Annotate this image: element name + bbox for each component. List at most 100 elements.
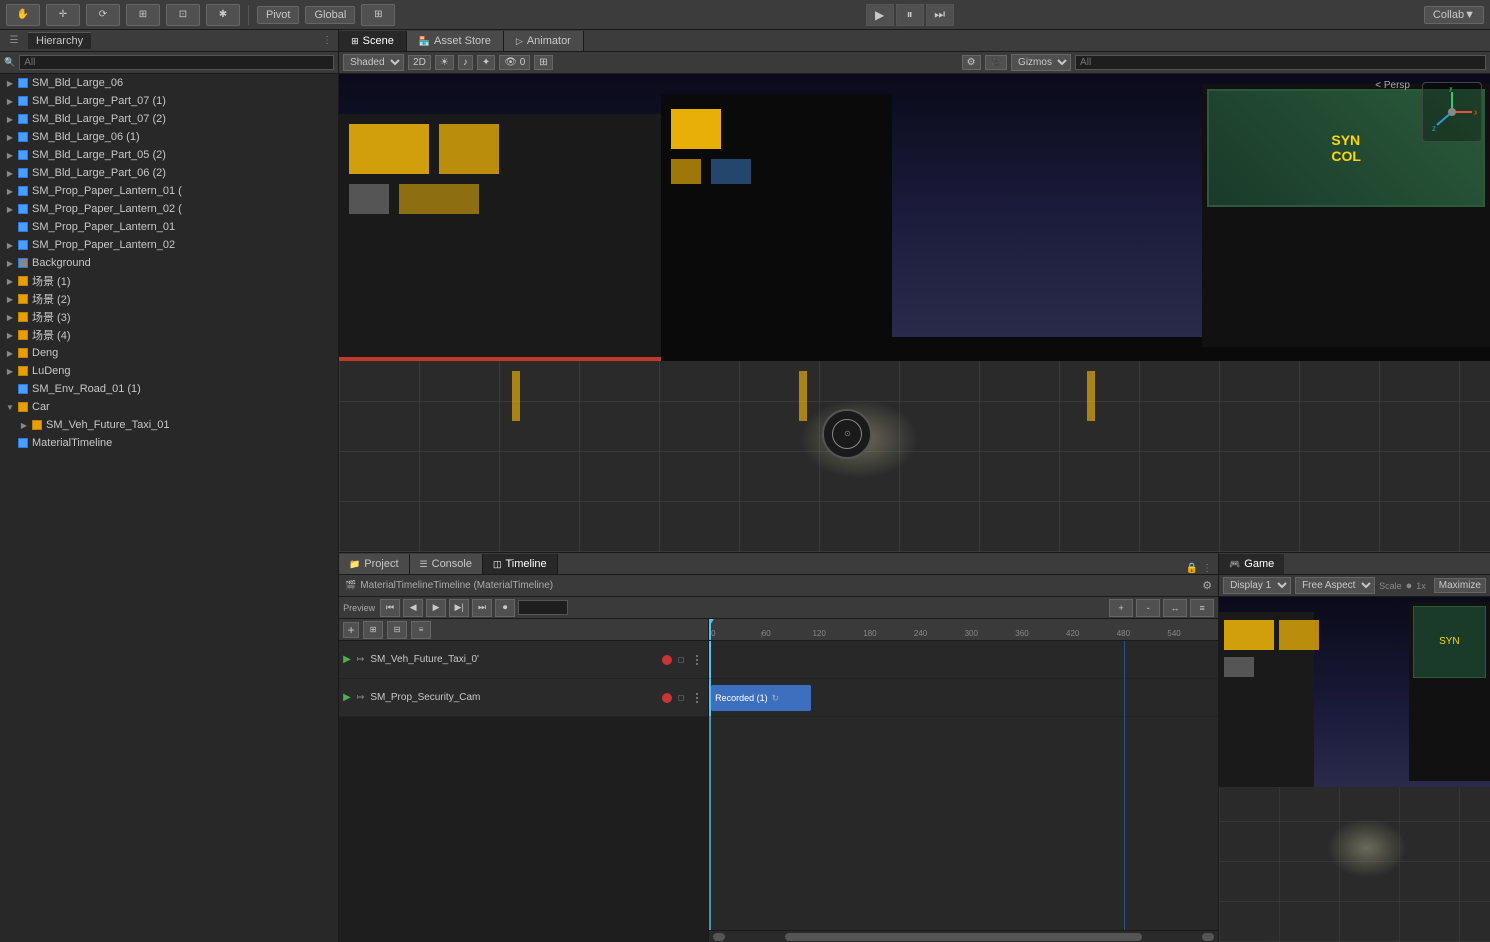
- list-item[interactable]: ▶ 场景 (3): [0, 308, 338, 326]
- scroll-right-btn[interactable]: [1202, 933, 1214, 941]
- list-item[interactable]: ▶ SM_Veh_Future_Taxi_01: [0, 416, 338, 434]
- list-item[interactable]: ▶ SM_Bld_Large_Part_07 (2): [0, 110, 338, 128]
- game-tab[interactable]: 🎮 Game: [1219, 554, 1284, 574]
- timeline-tab[interactable]: ◫ Timeline: [483, 554, 558, 574]
- list-item[interactable]: ▶ SM_Bld_Large_Part_06 (2): [0, 164, 338, 182]
- list-item[interactable]: ▶ SM_Bld_Large_Part_07 (1): [0, 92, 338, 110]
- project-tab[interactable]: 📁 Project: [339, 554, 409, 574]
- step-btn[interactable]: ⏭: [926, 4, 954, 26]
- track-collapse-btn[interactable]: ⊞: [363, 621, 383, 639]
- display-select[interactable]: Display 1: [1223, 577, 1291, 594]
- animator-tab[interactable]: ▷ Animator: [504, 31, 584, 51]
- list-item[interactable]: ▶ SM_Prop_Paper_Lantern_01 (: [0, 182, 338, 200]
- tl-more[interactable]: ≡: [1190, 599, 1214, 617]
- timeline-scrollbar[interactable]: [709, 930, 1218, 942]
- game-scene-bg: SYN: [1219, 597, 1490, 942]
- scene-tab[interactable]: ⊞ Scene: [339, 31, 407, 51]
- move-icon: ✛: [55, 7, 71, 23]
- tl-play[interactable]: ▶: [426, 599, 446, 617]
- svg-text:y: y: [1449, 87, 1453, 92]
- maximize-btn[interactable]: Maximize: [1434, 578, 1486, 593]
- tl-record[interactable]: ⏺: [495, 599, 515, 617]
- hand-tool-btn[interactable]: ✋: [6, 4, 40, 26]
- cube-icon: [16, 292, 30, 306]
- move-tool-btn[interactable]: ✛: [46, 4, 80, 26]
- list-item[interactable]: ▶ SM_Prop_Paper_Lantern_02 (: [0, 200, 338, 218]
- timeline-settings-icon[interactable]: ⚙: [1202, 579, 1212, 592]
- collab-btn[interactable]: Collab▼: [1424, 6, 1484, 24]
- ruler-marks: 0 60 120 180: [709, 619, 1218, 640]
- track-options-btn[interactable]: ≡: [411, 621, 431, 639]
- rect-tool-btn[interactable]: ⊡: [166, 4, 200, 26]
- track-expand-icon2[interactable]: ▶: [343, 692, 351, 703]
- record-dot2[interactable]: [662, 693, 672, 703]
- grid-overlay-btn[interactable]: ⊞: [534, 55, 552, 70]
- tl-goto-start[interactable]: ⏮: [380, 599, 400, 617]
- list-item[interactable]: ▶ Deng: [0, 344, 338, 362]
- camera-btn[interactable]: 🎥: [985, 55, 1007, 70]
- hidden-layers-btn[interactable]: 👁 0: [499, 55, 530, 70]
- list-item[interactable]: ▶ SM_Bld_Large_06 (1): [0, 128, 338, 146]
- tl-prev-frame[interactable]: ◀: [403, 599, 423, 617]
- console-tab[interactable]: ☰ Console: [410, 554, 483, 574]
- track-menu2[interactable]: [690, 691, 704, 705]
- track-menu[interactable]: [690, 653, 704, 667]
- list-item[interactable]: ▼ Car: [0, 398, 338, 416]
- timeline-tab-label: Timeline: [506, 558, 547, 570]
- fx-btn[interactable]: ✦: [477, 55, 495, 70]
- list-item[interactable]: ▶ MaterialTimeline: [0, 434, 338, 452]
- list-item[interactable]: ▶ 场景 (2): [0, 290, 338, 308]
- scene-search[interactable]: [1075, 55, 1486, 70]
- list-item[interactable]: ▶ SM_Prop_Paper_Lantern_01: [0, 218, 338, 236]
- tl-next-frame[interactable]: ▶|: [449, 599, 469, 617]
- track-expand-icon[interactable]: ▶: [343, 654, 351, 665]
- list-item[interactable]: ▶ SM_Prop_Paper_Lantern_02: [0, 236, 338, 254]
- hierarchy-tab[interactable]: Hierarchy: [28, 32, 91, 49]
- scrollbar-thumb[interactable]: [785, 933, 1142, 941]
- list-item[interactable]: ▶ LuDeng: [0, 362, 338, 380]
- scene-settings-btn[interactable]: ⚙: [962, 55, 981, 70]
- rotate-tool-btn[interactable]: ⟳: [86, 4, 120, 26]
- shading-mode-select[interactable]: Shaded: [343, 54, 404, 71]
- track-mute[interactable]: ◻: [674, 653, 688, 667]
- asset-store-tab[interactable]: 🏪 Asset Store: [407, 31, 504, 51]
- audio-btn[interactable]: ♪: [458, 55, 473, 70]
- tl-zoom-out[interactable]: -: [1136, 599, 1160, 617]
- global-btn[interactable]: Global: [305, 6, 355, 24]
- pivot-btn[interactable]: Pivot: [257, 6, 299, 24]
- grid-btn[interactable]: ⊞: [361, 4, 395, 26]
- timeline-file-name: MaterialTimelineTimeline (MaterialTimeli…: [360, 580, 553, 591]
- play-btn[interactable]: ▶: [866, 4, 894, 26]
- expand-arrow: ▶: [4, 169, 16, 178]
- lighting-btn[interactable]: ☀: [435, 55, 454, 70]
- cube-icon: [16, 382, 30, 396]
- hierarchy-menu[interactable]: ⋮: [322, 35, 332, 46]
- tl-zoom-in[interactable]: +: [1109, 599, 1133, 617]
- timeline-time-input[interactable]: 0: [518, 600, 568, 615]
- list-item[interactable]: ▶ Background: [0, 254, 338, 272]
- track-controls2: ◻: [662, 691, 704, 705]
- gizmos-select[interactable]: Gizmos: [1011, 54, 1071, 71]
- 2d-toggle[interactable]: 2D: [408, 55, 431, 70]
- list-item[interactable]: ▶ 场景 (4): [0, 326, 338, 344]
- timeline-menu-icon[interactable]: ⋮: [1202, 563, 1212, 574]
- list-item[interactable]: ▶ SM_Env_Road_01 (1): [0, 380, 338, 398]
- pause-btn[interactable]: ⏸: [896, 4, 924, 26]
- track-expand-btn[interactable]: ⊟: [387, 621, 407, 639]
- tl-fit[interactable]: ↔: [1163, 599, 1187, 617]
- hierarchy-search[interactable]: [19, 55, 334, 70]
- gizmo-box[interactable]: x y z: [1422, 82, 1482, 142]
- list-item[interactable]: ▶ 场景 (1): [0, 272, 338, 290]
- add-track-btn[interactable]: +: [343, 622, 359, 638]
- scroll-left-btn[interactable]: [713, 933, 725, 941]
- transform-tool-btn[interactable]: ✱: [206, 4, 240, 26]
- list-item[interactable]: ▶ SM_Bld_Large_Part_05 (2): [0, 146, 338, 164]
- timeline-clip-recorded[interactable]: Recorded (1) ↻: [711, 685, 811, 711]
- tl-goto-end[interactable]: ⏭: [472, 599, 492, 617]
- scale-icon: ●: [1406, 580, 1413, 592]
- track-mute2[interactable]: ◻: [674, 691, 688, 705]
- record-dot[interactable]: [662, 655, 672, 665]
- aspect-select[interactable]: Free Aspect: [1295, 577, 1375, 594]
- list-item[interactable]: ▶ SM_Bld_Large_06: [0, 74, 338, 92]
- scale-tool-btn[interactable]: ⊞: [126, 4, 160, 26]
